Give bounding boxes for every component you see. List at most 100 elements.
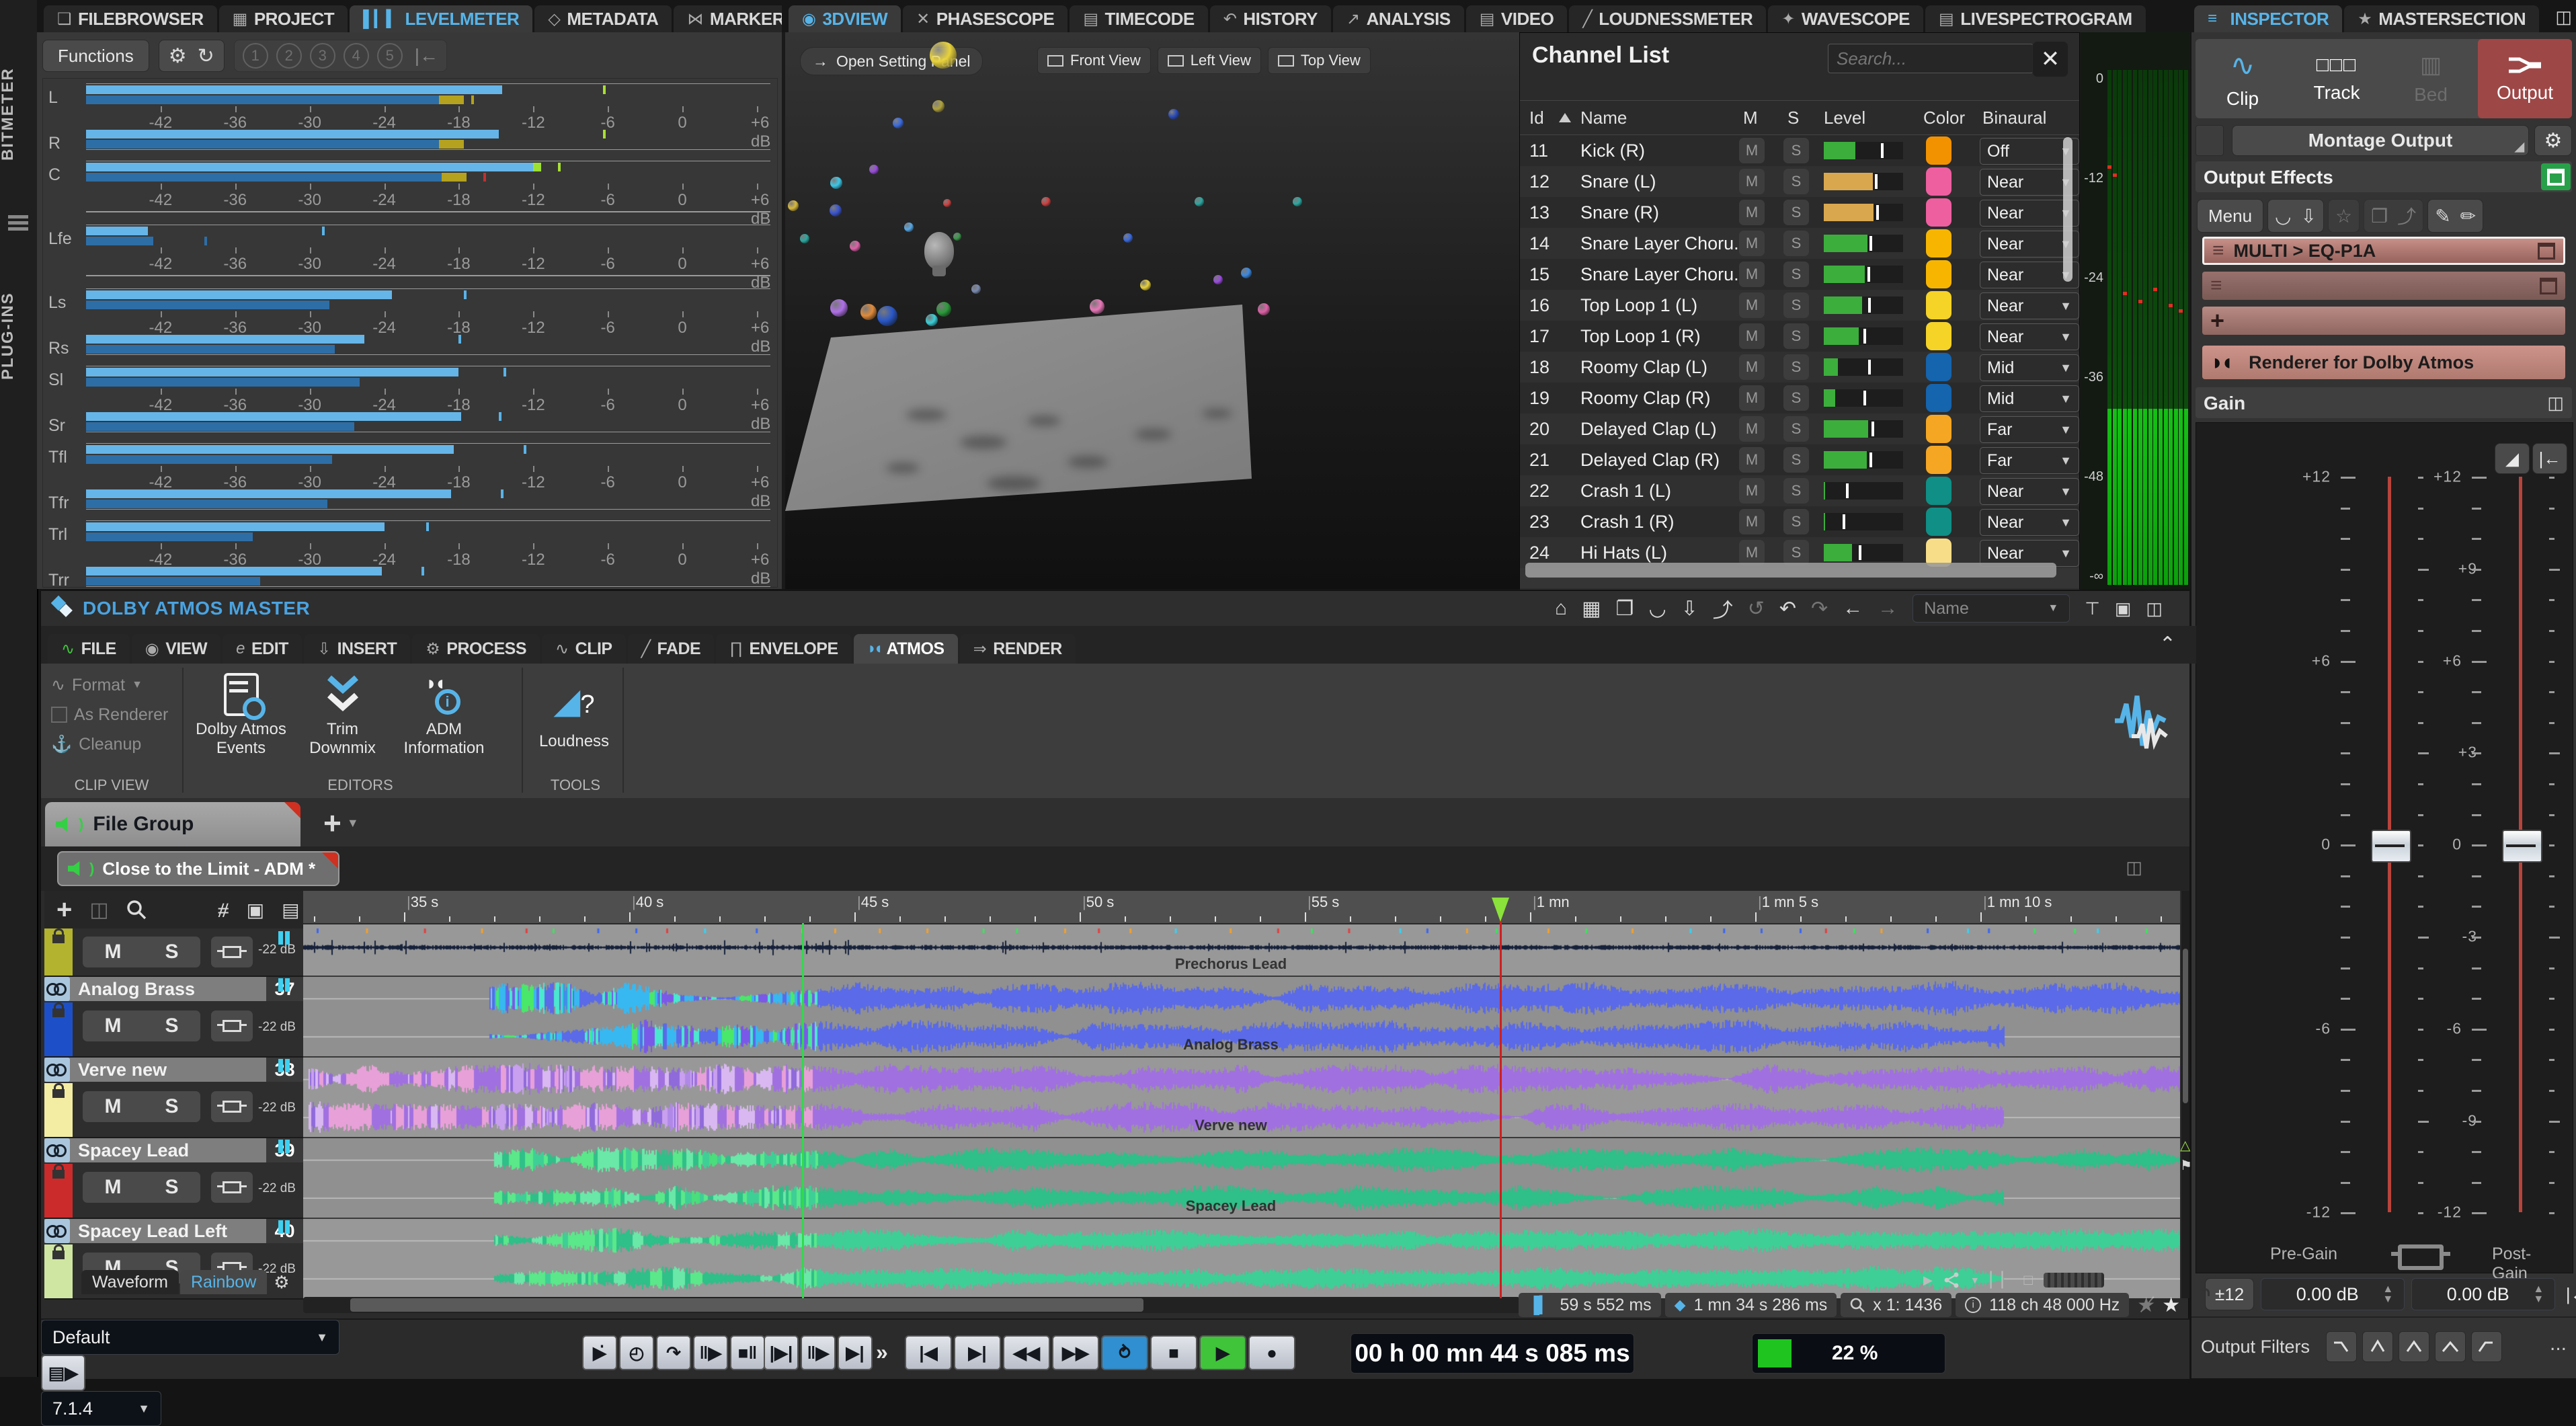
gain-values-reset-button[interactable]: |← xyxy=(2562,1279,2576,1310)
channel-row[interactable]: 15Snare Layer Choru...MSNear▼ xyxy=(1520,259,2079,290)
channel-row[interactable]: 18Roomy Clap (L)MSMid▼ xyxy=(1520,352,2079,383)
tab-project[interactable]: ▦PROJECT xyxy=(219,5,348,32)
channel-color-swatch[interactable] xyxy=(1926,508,1951,536)
view-settings-gear-icon[interactable]: ⚙ xyxy=(274,1272,289,1293)
audio-object-sphere[interactable] xyxy=(1123,233,1133,243)
clip-link-button[interactable] xyxy=(210,1009,254,1043)
binaural-dropdown[interactable]: Near▼ xyxy=(1980,509,2079,536)
tab-livespectrogram[interactable]: ▤LIVESPECTROGRAM xyxy=(1925,5,2146,32)
adm-information-button[interactable]: ◗◖ iADMInformation xyxy=(395,669,493,771)
channel-search-input[interactable] xyxy=(1828,44,2034,73)
dock-tab-plug-ins[interactable]: PLUG-INS xyxy=(0,249,36,424)
share-icon[interactable] xyxy=(1943,1272,1960,1288)
rewind-button[interactable]: ◀◀ xyxy=(1003,1335,1050,1370)
mute-button[interactable]: M xyxy=(1739,354,1765,380)
filter-high-pass-button[interactable] xyxy=(2471,1331,2502,1362)
column-header-name[interactable]: Name xyxy=(1580,108,1627,128)
track-lock-strip[interactable] xyxy=(44,1244,73,1298)
track-lane[interactable]: Verve new xyxy=(303,1058,2180,1138)
grid-icon[interactable]: ▦ xyxy=(1582,597,1601,621)
column-header-level[interactable]: Level xyxy=(1824,108,1865,128)
insert-marker-button[interactable]: ▤▶ xyxy=(41,1355,85,1391)
play-anchor-button[interactable]: ▶̇ xyxy=(582,1335,617,1370)
mute-button[interactable]: M xyxy=(1739,169,1765,194)
dropdown-small-icon[interactable]: ▼ xyxy=(1970,1275,1980,1285)
output-filters-more[interactable]: ... xyxy=(2550,1333,2567,1355)
audio-object-sphere[interactable] xyxy=(1168,109,1179,120)
panel-split-icon[interactable]: ◫ xyxy=(2146,598,2163,619)
ribbon-tab-fade[interactable]: ╱FADE xyxy=(628,634,715,664)
channel-row[interactable]: 14Snare Layer Choru...MSNear▼ xyxy=(1520,228,2079,259)
mute-button[interactable]: M xyxy=(1739,262,1765,287)
audio-object-sphere[interactable] xyxy=(1258,303,1270,315)
mute-button[interactable]: M xyxy=(1739,540,1765,565)
effects-enable-button[interactable] xyxy=(2541,163,2571,190)
mute-button[interactable]: M xyxy=(1739,509,1765,534)
solo-button[interactable]: S xyxy=(1783,416,1809,442)
collapse-ribbon-icon[interactable]: ⌃ xyxy=(2159,633,2176,656)
meter-view-icon[interactable]: ▏▏ xyxy=(1990,1271,2013,1289)
edit-pen-icon[interactable]: ✎ xyxy=(2435,205,2450,227)
output-settings-gear-button[interactable]: ⚙ xyxy=(2534,125,2572,156)
panel-layout-icon[interactable]: ◫ xyxy=(2555,7,2572,28)
track-lock-strip[interactable] xyxy=(44,1083,73,1137)
audio-object-sphere[interactable] xyxy=(904,223,914,232)
tab-analysis[interactable]: ↗ANALYSIS xyxy=(1333,5,1464,32)
clip-link-button[interactable] xyxy=(210,935,254,969)
tab-loudnessmeter[interactable]: ╱LOUDNESSMETER xyxy=(1569,5,1766,32)
pre-gain-value-field[interactable]: 0.00 dB ▲▼ xyxy=(2261,1278,2405,1310)
gain-fade-icon-button[interactable]: ◢ xyxy=(2495,443,2530,474)
channel-list-vscrollbar[interactable] xyxy=(2063,137,2072,282)
edit-cursor-time-chip[interactable]: ▐▎59 s 552 ms xyxy=(1519,1293,1661,1317)
ribbon-tab-insert[interactable]: ⇩INSERT xyxy=(304,634,410,664)
play-small-icon[interactable]: ▶ xyxy=(1923,1273,1933,1288)
home-icon[interactable]: ⌂ xyxy=(1555,597,1567,620)
ribbon-tab-edit[interactable]: eEDIT xyxy=(223,634,302,664)
name-search-dropdown[interactable]: Name▼ xyxy=(1913,594,2070,623)
audio-object-sphere[interactable] xyxy=(1213,275,1223,284)
mute-button[interactable]: M xyxy=(1739,478,1765,504)
audio-object-sphere[interactable] xyxy=(830,204,842,216)
mute-button[interactable]: M xyxy=(1739,138,1765,163)
track-header[interactable]: Verve new38MS-22 dB xyxy=(44,1058,303,1138)
post-gain-value-field[interactable]: 0.00 dB ▲▼ xyxy=(2411,1278,2555,1310)
solo-button[interactable]: S xyxy=(1783,354,1809,380)
montage-tab-options-icon[interactable]: ◫ xyxy=(2126,857,2142,878)
ribbon-tab-process[interactable]: ⚙PROCESS xyxy=(412,634,540,664)
track-layout-icon[interactable]: ▣ xyxy=(247,899,264,921)
channel-color-swatch[interactable] xyxy=(1926,229,1951,258)
channel-row[interactable]: 20Delayed Clap (L)MSFar▼ xyxy=(1520,413,2079,444)
open-plugin-window-icon[interactable] xyxy=(2538,243,2555,260)
channel-row[interactable]: 21Delayed Clap (R)MSFar▼ xyxy=(1520,444,2079,475)
filter-low-pass-button[interactable] xyxy=(2326,1331,2357,1362)
mute-button[interactable]: M xyxy=(1739,323,1765,349)
channel-color-swatch[interactable] xyxy=(1926,136,1951,165)
track-header[interactable]: Analog Brass37MS-22 dB xyxy=(44,977,303,1058)
ruler-icon[interactable]: ▤ xyxy=(282,899,299,921)
audio-object-sphere[interactable] xyxy=(1140,280,1151,290)
track-lane[interactable]: Prechorus Lead xyxy=(303,924,2180,977)
tab-inspector[interactable]: ≡ INSPECTOR xyxy=(2194,5,2342,32)
ribbon-tab-file[interactable]: ∿FILE xyxy=(48,634,130,664)
tab-waveform[interactable]: Waveform xyxy=(81,1270,179,1294)
channel-color-swatch[interactable] xyxy=(1926,446,1951,474)
forward-button[interactable]: ▶▶ xyxy=(1052,1335,1099,1370)
add-tab-button[interactable]: + xyxy=(323,805,341,841)
track-height-icon[interactable]: ⧣ xyxy=(218,898,229,921)
column-header-id[interactable]: Id xyxy=(1529,108,1544,128)
save-as-icon[interactable]: ⤴ xyxy=(1713,594,1733,623)
settings-gear-icon[interactable]: ⚙ xyxy=(169,44,187,68)
mute-button[interactable]: M xyxy=(1739,447,1765,473)
play-to-button[interactable]: ▶| xyxy=(838,1335,873,1370)
mute-button[interactable]: M xyxy=(1739,231,1765,256)
binaural-dropdown[interactable]: Near▼ xyxy=(1980,478,2079,505)
ribbon-tab-clip[interactable]: ∿CLIP xyxy=(542,634,626,664)
open-preset-folder-icon[interactable]: ◡ xyxy=(2275,205,2291,227)
solo-button[interactable]: S xyxy=(1783,509,1809,534)
channel-row[interactable]: 13Snare (R)MSNear▼ xyxy=(1520,197,2079,228)
trim-downmix-button[interactable]: TrimDownmix xyxy=(294,669,391,771)
channel-row[interactable]: 16Top Loop 1 (L)MSNear▼ xyxy=(1520,290,2079,321)
audio-object-sphere[interactable] xyxy=(1195,197,1204,206)
ribbon-tab-render[interactable]: ⇒RENDER xyxy=(960,634,1076,664)
record-button[interactable]: ● xyxy=(1248,1335,1295,1370)
